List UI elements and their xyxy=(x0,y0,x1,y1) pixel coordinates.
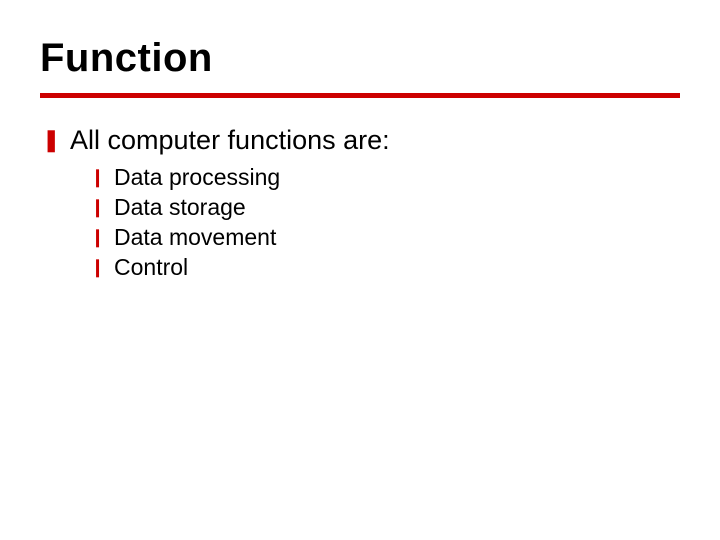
bullet-level2: ❙ Data movement xyxy=(90,222,680,252)
dingbat-bullet-icon: ❚ xyxy=(42,124,70,156)
sub-bullet-list: ❙ Data processing ❙ Data storage ❙ Data … xyxy=(90,162,680,282)
slide-title: Function xyxy=(40,36,680,81)
slide: Function ❚ All computer functions are: ❙… xyxy=(0,0,720,540)
bullet-level1-text: All computer functions are: xyxy=(70,124,390,156)
dingbat-subbullet-icon: ❙ xyxy=(90,222,114,252)
title-underline xyxy=(40,93,680,98)
bullet-level2: ❙ Data processing xyxy=(90,162,680,192)
bullet-level2-text: Data storage xyxy=(114,192,246,222)
dingbat-subbullet-icon: ❙ xyxy=(90,162,114,192)
bullet-level2-text: Data processing xyxy=(114,162,280,192)
slide-body: ❚ All computer functions are: ❙ Data pro… xyxy=(40,124,680,282)
bullet-level1: ❚ All computer functions are: xyxy=(42,124,680,156)
dingbat-subbullet-icon: ❙ xyxy=(90,192,114,222)
bullet-level2-text: Control xyxy=(114,252,188,282)
bullet-level2-text: Data movement xyxy=(114,222,276,252)
bullet-level2: ❙ Data storage xyxy=(90,192,680,222)
dingbat-subbullet-icon: ❙ xyxy=(90,252,114,282)
bullet-level2: ❙ Control xyxy=(90,252,680,282)
